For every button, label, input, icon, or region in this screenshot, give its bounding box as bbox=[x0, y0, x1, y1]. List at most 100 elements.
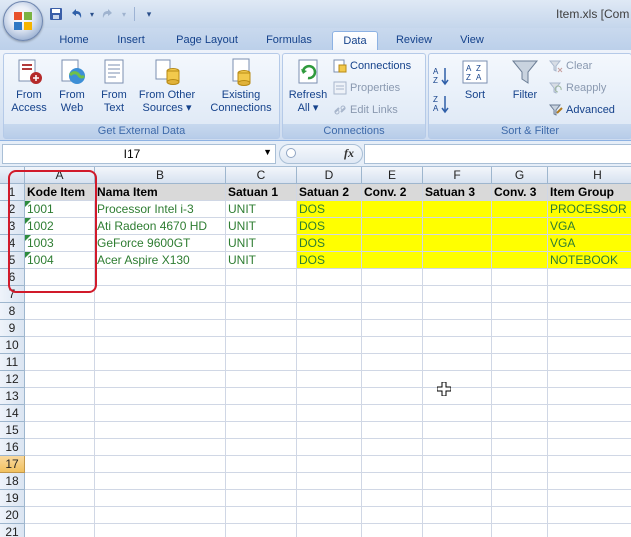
cell-b7[interactable] bbox=[95, 286, 226, 303]
cell-e14[interactable] bbox=[362, 405, 423, 422]
row-header-16[interactable]: 16 bbox=[0, 439, 25, 456]
cell-b6[interactable] bbox=[95, 269, 226, 286]
column-header-g[interactable]: G bbox=[492, 167, 548, 184]
column-header-e[interactable]: E bbox=[362, 167, 423, 184]
cell-f20[interactable] bbox=[423, 507, 492, 524]
connections-button[interactable]: Connections bbox=[333, 57, 411, 75]
cell-a16[interactable] bbox=[25, 439, 95, 456]
office-button[interactable] bbox=[3, 1, 43, 41]
cell-e13[interactable] bbox=[362, 388, 423, 405]
row-header-11[interactable]: 11 bbox=[0, 354, 25, 371]
cell-a14[interactable] bbox=[25, 405, 95, 422]
cell-h7[interactable] bbox=[548, 286, 631, 303]
cell-a10[interactable] bbox=[25, 337, 95, 354]
cell-g21[interactable] bbox=[492, 524, 548, 537]
row-header-21[interactable]: 21 bbox=[0, 524, 25, 537]
cell-c18[interactable] bbox=[226, 473, 297, 490]
name-box-dropdown-icon[interactable]: ▼ bbox=[263, 147, 272, 157]
cell-e2[interactable] bbox=[362, 201, 423, 218]
cell-a21[interactable] bbox=[25, 524, 95, 537]
cell-h5[interactable]: NOTEBOOK bbox=[548, 252, 631, 269]
cell-b2[interactable]: Processor Intel i-3 bbox=[95, 201, 226, 218]
cell-b20[interactable] bbox=[95, 507, 226, 524]
cell-e1[interactable]: Conv. 2 bbox=[362, 184, 423, 201]
cell-e21[interactable] bbox=[362, 524, 423, 537]
cell-b18[interactable] bbox=[95, 473, 226, 490]
cell-a8[interactable] bbox=[25, 303, 95, 320]
cell-g4[interactable] bbox=[492, 235, 548, 252]
cell-c14[interactable] bbox=[226, 405, 297, 422]
cell-h13[interactable] bbox=[548, 388, 631, 405]
cell-g6[interactable] bbox=[492, 269, 548, 286]
cell-f12[interactable] bbox=[423, 371, 492, 388]
cell-f5[interactable] bbox=[423, 252, 492, 269]
cell-g5[interactable] bbox=[492, 252, 548, 269]
cell-g16[interactable] bbox=[492, 439, 548, 456]
cell-g7[interactable] bbox=[492, 286, 548, 303]
cell-b4[interactable]: GeForce 9600GT bbox=[95, 235, 226, 252]
cell-f8[interactable] bbox=[423, 303, 492, 320]
tab-data[interactable]: Data bbox=[332, 31, 378, 51]
advanced-button[interactable]: Advanced bbox=[548, 101, 615, 119]
cell-h16[interactable] bbox=[548, 439, 631, 456]
cell-a20[interactable] bbox=[25, 507, 95, 524]
cell-c9[interactable] bbox=[226, 320, 297, 337]
cell-h9[interactable] bbox=[548, 320, 631, 337]
cell-c17[interactable] bbox=[226, 456, 297, 473]
undo-dropdown-icon[interactable]: ▾ bbox=[88, 6, 96, 22]
cell-h14[interactable] bbox=[548, 405, 631, 422]
cell-g20[interactable] bbox=[492, 507, 548, 524]
cell-d9[interactable] bbox=[297, 320, 362, 337]
cell-d6[interactable] bbox=[297, 269, 362, 286]
cell-e6[interactable] bbox=[362, 269, 423, 286]
cell-h11[interactable] bbox=[548, 354, 631, 371]
cell-g19[interactable] bbox=[492, 490, 548, 507]
cell-g10[interactable] bbox=[492, 337, 548, 354]
cell-d21[interactable] bbox=[297, 524, 362, 537]
cell-d20[interactable] bbox=[297, 507, 362, 524]
cell-e16[interactable] bbox=[362, 439, 423, 456]
cell-c16[interactable] bbox=[226, 439, 297, 456]
save-icon[interactable] bbox=[48, 6, 64, 22]
tab-page-layout[interactable]: Page Layout bbox=[168, 31, 246, 50]
cell-f17[interactable] bbox=[423, 456, 492, 473]
undo-icon[interactable] bbox=[68, 6, 84, 22]
row-header-9[interactable]: 9 bbox=[0, 320, 25, 337]
row-header-13[interactable]: 13 bbox=[0, 388, 25, 405]
row-header-8[interactable]: 8 bbox=[0, 303, 25, 320]
cell-e12[interactable] bbox=[362, 371, 423, 388]
cell-c21[interactable] bbox=[226, 524, 297, 537]
cell-d14[interactable] bbox=[297, 405, 362, 422]
cell-d2[interactable]: DOS bbox=[297, 201, 362, 218]
cell-c11[interactable] bbox=[226, 354, 297, 371]
tab-review[interactable]: Review bbox=[388, 31, 440, 50]
cell-d11[interactable] bbox=[297, 354, 362, 371]
cell-e10[interactable] bbox=[362, 337, 423, 354]
customize-qat-icon[interactable]: ▾ bbox=[141, 6, 157, 22]
cell-c20[interactable] bbox=[226, 507, 297, 524]
cell-c8[interactable] bbox=[226, 303, 297, 320]
from-access-button[interactable]: From Access bbox=[7, 57, 51, 115]
cell-h2[interactable]: PROCESSOR bbox=[548, 201, 631, 218]
cell-e11[interactable] bbox=[362, 354, 423, 371]
existing-connections-button[interactable]: Existing Connections bbox=[207, 57, 275, 115]
cell-h3[interactable]: VGA bbox=[548, 218, 631, 235]
cell-h20[interactable] bbox=[548, 507, 631, 524]
cell-e7[interactable] bbox=[362, 286, 423, 303]
cell-h21[interactable] bbox=[548, 524, 631, 537]
cell-b10[interactable] bbox=[95, 337, 226, 354]
tab-insert[interactable]: Insert bbox=[108, 31, 154, 50]
row-header-19[interactable]: 19 bbox=[0, 490, 25, 507]
cell-d19[interactable] bbox=[297, 490, 362, 507]
column-header-d[interactable]: D bbox=[297, 167, 362, 184]
from-other-sources-button[interactable]: From Other Sources ▾ bbox=[134, 57, 200, 115]
tab-formulas[interactable]: Formulas bbox=[258, 31, 320, 50]
cell-b14[interactable] bbox=[95, 405, 226, 422]
cell-b21[interactable] bbox=[95, 524, 226, 537]
cell-d15[interactable] bbox=[297, 422, 362, 439]
sort-button[interactable]: AZZA Sort bbox=[457, 57, 493, 102]
cell-b16[interactable] bbox=[95, 439, 226, 456]
cell-a13[interactable] bbox=[25, 388, 95, 405]
row-header-14[interactable]: 14 bbox=[0, 405, 25, 422]
cell-f1[interactable]: Satuan 3 bbox=[423, 184, 492, 201]
